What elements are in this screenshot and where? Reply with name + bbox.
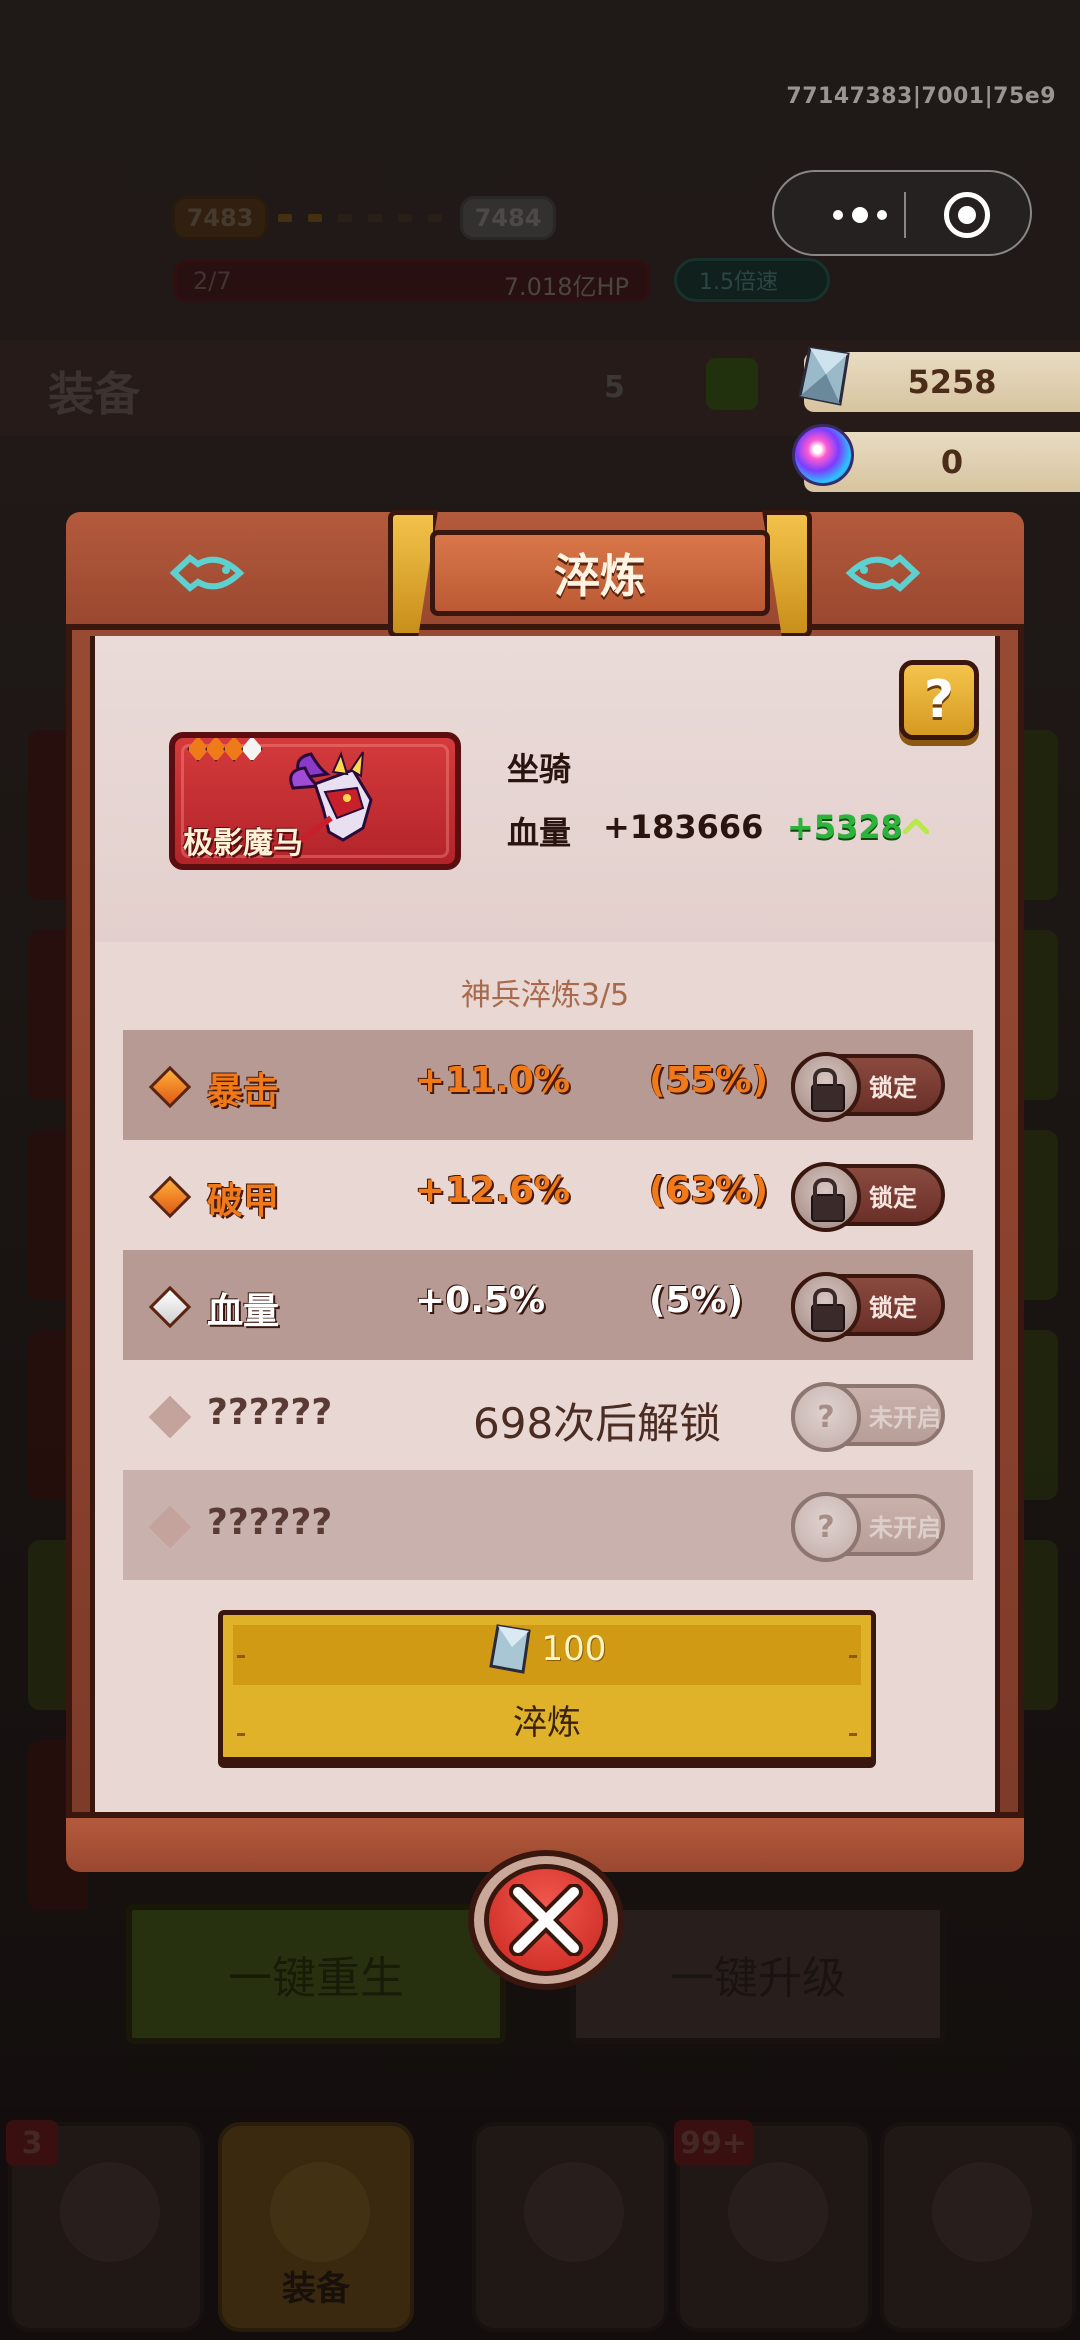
diamond-icon <box>148 1175 192 1219</box>
refine-cost-value: 100 <box>541 1629 607 1669</box>
help-icon: ? <box>923 670 955 730</box>
close-icon <box>509 1884 583 1956</box>
attribute-list: 暴击 +11.0% (55%) 锁定 破甲 +12.6% (63%) 锁定 血量… <box>123 1030 973 1580</box>
lock-button-label: 锁定 <box>869 1183 917 1212</box>
attribute-name: ?????? <box>207 1392 333 1433</box>
lock-button-label: 锁定 <box>869 1293 917 1322</box>
lock-button[interactable]: 锁定 <box>791 1052 945 1122</box>
item-stat-name: 血量 <box>507 814 572 852</box>
close-mini-program-icon[interactable] <box>944 192 990 238</box>
gem-icon <box>488 1624 531 1674</box>
decor-tick <box>237 1733 245 1736</box>
decor-tick <box>237 1655 245 1658</box>
lock-icon <box>791 1162 861 1232</box>
unlock-hint: 698次后解锁 <box>473 1399 722 1448</box>
mini-program-capsule <box>772 170 1032 256</box>
more-menu-icon[interactable] <box>810 172 910 258</box>
unknown-icon: ? <box>791 1382 861 1452</box>
diamond-icon <box>148 1065 192 1109</box>
diamond-icon <box>148 1395 192 1439</box>
item-info-panel: ? 极影魔马 坐骑 血量 +183666 +5328 <box>95 636 995 942</box>
locked-slot-label: 未开启 <box>869 1403 941 1432</box>
item-rarity-stars <box>187 738 263 762</box>
attribute-percent: (63%) <box>649 1170 769 1211</box>
attribute-name: 暴击 <box>207 1071 280 1112</box>
close-button[interactable] <box>462 1850 630 2000</box>
lock-button[interactable]: 锁定 <box>791 1272 945 1342</box>
item-stat-value: +183666 <box>603 808 764 846</box>
fish-icon <box>169 554 245 592</box>
diamond-icon <box>148 1285 192 1329</box>
unknown-icon: ? <box>791 1492 861 1562</box>
refine-button-label: 淬炼 <box>513 1703 581 1743</box>
attribute-row: 血量 +0.5% (5%) 锁定 <box>123 1250 973 1360</box>
refine-progress: 神兵淬炼3/5 <box>460 978 630 1013</box>
item-card[interactable]: 极影魔马 <box>169 732 461 870</box>
attribute-row: ?????? 698次后解锁 ? 未开启 <box>123 1360 973 1470</box>
refine-button[interactable]: 100 淬炼 <box>218 1610 876 1762</box>
attribute-value: +0.5% <box>415 1280 546 1321</box>
locked-slot-button[interactable]: ? 未开启 <box>791 1382 945 1452</box>
diamond-icon <box>148 1505 192 1549</box>
attribute-name: 血量 <box>207 1291 280 1332</box>
attribute-value: +11.0% <box>415 1060 571 1101</box>
attribute-row: 破甲 +12.6% (63%) 锁定 <box>123 1140 973 1250</box>
modal-title: 淬炼 <box>430 530 770 616</box>
lock-button[interactable]: 锁定 <box>791 1162 945 1232</box>
build-id: 77147383|7001|75e9 <box>786 84 1056 109</box>
attribute-percent: (5%) <box>649 1280 744 1321</box>
refine-cost: 100 <box>223 1623 871 1675</box>
attribute-name: 破甲 <box>207 1181 280 1222</box>
attribute-row: ?????? ? 未开启 <box>123 1470 973 1580</box>
arrow-up-icon <box>903 818 929 834</box>
lock-button-label: 锁定 <box>869 1073 917 1102</box>
lock-icon <box>791 1272 861 1342</box>
gem-icon <box>798 346 850 406</box>
attribute-row: 暴击 +11.0% (55%) 锁定 <box>123 1030 973 1140</box>
attribute-name: ?????? <box>207 1502 333 1543</box>
locked-slot-button[interactable]: ? 未开启 <box>791 1492 945 1562</box>
orb-icon <box>792 424 854 486</box>
item-name: 极影魔马 <box>183 826 303 861</box>
modal-title-plate: 淬炼 <box>388 510 812 640</box>
capsule-divider <box>904 192 906 238</box>
help-button[interactable]: ? <box>899 660 979 740</box>
decor-tick <box>849 1655 857 1658</box>
item-stat-increase: +5328 <box>787 808 903 846</box>
fish-icon <box>845 554 921 592</box>
locked-slot-label: 未开启 <box>869 1513 941 1542</box>
lock-icon <box>791 1052 861 1122</box>
attribute-value: +12.6% <box>415 1170 571 1211</box>
decor-tick <box>849 1733 857 1736</box>
item-type: 坐骑 <box>507 750 572 788</box>
attribute-percent: (55%) <box>649 1060 769 1101</box>
